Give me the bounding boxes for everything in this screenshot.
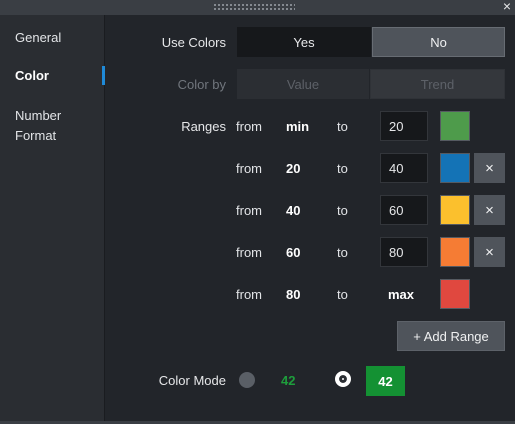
- color-by-trend-button[interactable]: Trend: [370, 69, 505, 99]
- range-to-input[interactable]: 40: [380, 153, 428, 183]
- range-from-label: from: [236, 245, 262, 260]
- ranges-label: Ranges: [181, 119, 226, 134]
- sidebar-item-color[interactable]: Color: [15, 66, 49, 86]
- range-color-swatch[interactable]: [440, 279, 470, 309]
- color-mode-label: Color Mode: [158, 373, 226, 388]
- color-mode-fill-radio[interactable]: [335, 371, 351, 387]
- range-to-input[interactable]: 60: [380, 195, 428, 225]
- color-mode-text-preview[interactable]: 42: [281, 373, 295, 388]
- range-to-label: to: [337, 119, 348, 134]
- range-to-input[interactable]: 80: [380, 237, 428, 267]
- range-color-swatch[interactable]: [440, 111, 470, 141]
- panel-title-bar[interactable]: ×: [0, 0, 515, 15]
- remove-range-button[interactable]: ×: [474, 153, 505, 183]
- range-to-label: to: [337, 203, 348, 218]
- drag-handle-icon[interactable]: [213, 3, 295, 11]
- close-icon[interactable]: ×: [503, 0, 511, 14]
- sidebar-item-label-line-1: Number: [15, 108, 62, 123]
- range-from-value: 20: [286, 161, 301, 176]
- range-color-swatch[interactable]: [440, 195, 470, 225]
- range-to-input[interactable]: 20: [380, 111, 428, 141]
- color-by-label: Color by: [177, 77, 226, 92]
- range-from-label: from: [236, 119, 262, 134]
- active-item-indicator: [102, 66, 105, 85]
- range-to-value: max: [388, 287, 415, 302]
- range-from-value: 80: [286, 287, 301, 302]
- range-from-label: from: [236, 161, 262, 176]
- range-from-value: 60: [286, 245, 301, 260]
- range-from-label: from: [236, 287, 262, 302]
- range-color-swatch[interactable]: [440, 153, 470, 183]
- range-color-swatch[interactable]: [440, 237, 470, 267]
- use-colors-no-button[interactable]: No: [372, 27, 505, 57]
- use-colors-yes-button[interactable]: Yes: [237, 27, 371, 57]
- color-mode-text-radio[interactable]: [239, 372, 255, 388]
- sidebar-item-general[interactable]: General: [15, 28, 61, 48]
- color-mode-fill-preview[interactable]: 42: [366, 366, 405, 396]
- remove-range-button[interactable]: ×: [474, 237, 505, 267]
- add-range-button[interactable]: + Add Range: [397, 321, 505, 351]
- range-from-value: min: [286, 119, 310, 134]
- sidebar-item-number-format[interactable]: Number Format: [15, 106, 61, 146]
- remove-range-button[interactable]: ×: [474, 195, 505, 225]
- settings-sidebar: General Color Number Format: [0, 15, 105, 421]
- range-to-label: to: [337, 245, 348, 260]
- range-from-value: 40: [286, 203, 301, 218]
- range-to-label: to: [337, 161, 348, 176]
- color-by-value-button[interactable]: Value: [237, 69, 369, 99]
- sidebar-item-label-line-2: Format: [15, 128, 57, 143]
- range-to-label: to: [337, 287, 348, 302]
- use-colors-label: Use Colors: [161, 35, 226, 50]
- range-from-label: from: [236, 203, 262, 218]
